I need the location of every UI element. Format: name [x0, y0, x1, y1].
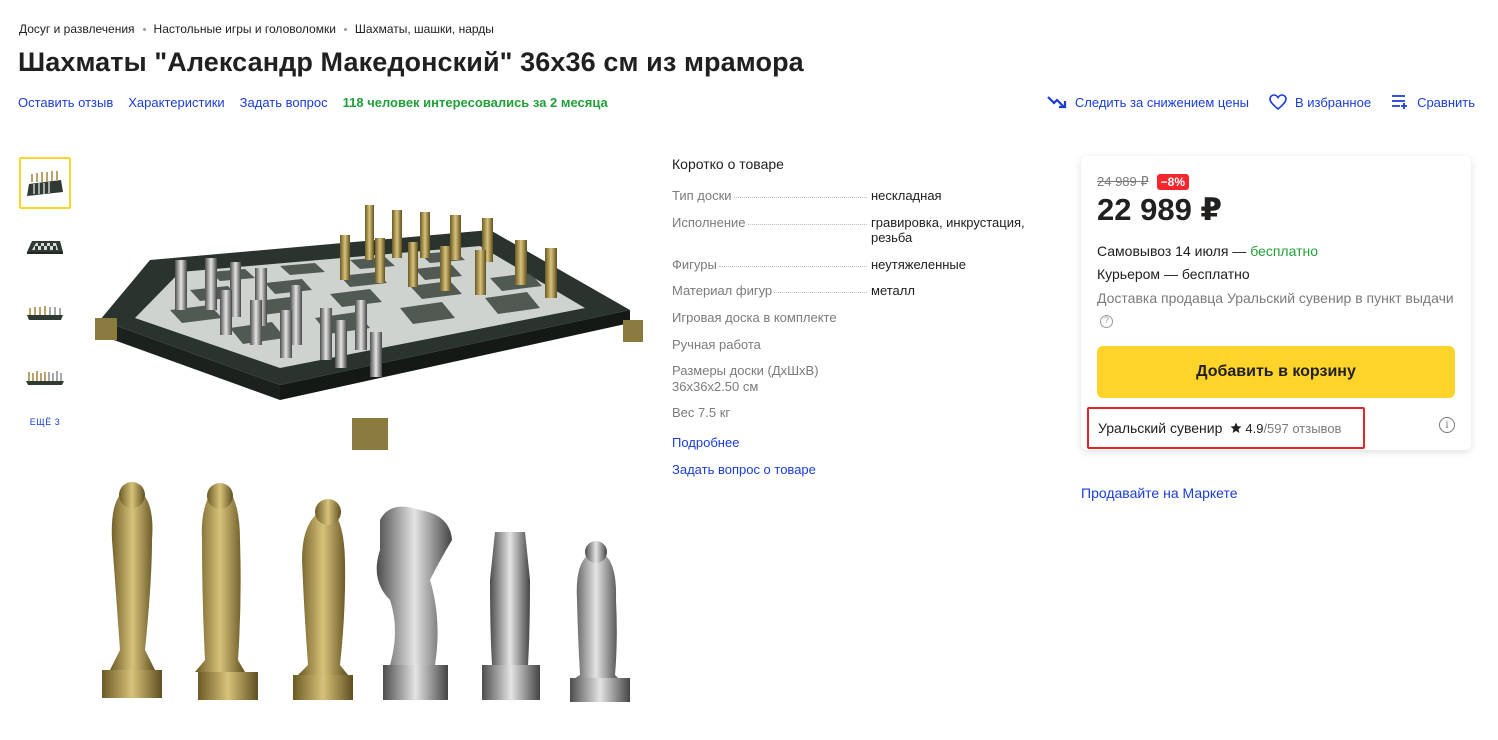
chess-set-image [95, 205, 643, 702]
spec-key: Тип доски [672, 188, 734, 204]
reviews-count: /597 отзывов [1263, 420, 1342, 436]
seller-name[interactable]: Уральский сувенир [1098, 420, 1222, 436]
spec-dimensions-label: Размеры доски (ДхШхВ) [672, 363, 819, 379]
spec-row: Исполнение гравировка, инкрустация, резь… [672, 214, 1042, 246]
seller-info[interactable]: Уральский сувенир 4.9/597 отзывов [1087, 407, 1365, 449]
compare-icon [1392, 95, 1408, 109]
thumbnail-2[interactable] [19, 222, 71, 274]
thumbnail-4[interactable] [19, 352, 71, 404]
info-icon[interactable]: i [1439, 417, 1455, 433]
courier-info: Курьером — бесплатно [1097, 266, 1250, 283]
help-icon[interactable]: ? [1100, 314, 1113, 328]
interest-counter: 118 человек интересовались за 2 месяца [342, 95, 608, 110]
favorite-button[interactable]: В избранное [1269, 94, 1371, 110]
favorite-label: В избранное [1294, 94, 1372, 110]
track-price-button[interactable]: Следить за снижением цены [1047, 95, 1249, 110]
thumbnail-3[interactable] [19, 287, 71, 339]
spec-row: Фигуры неутяжеленные [672, 256, 1042, 273]
pickup-label: Самовывоз 14 июля — [1097, 243, 1251, 259]
seller-rating: 4.9/597 отзывов [1230, 421, 1341, 436]
heart-icon [1269, 94, 1287, 110]
more-photos-link[interactable]: ЕЩЁ 3 [19, 417, 71, 427]
chessboard-thumbnail-icon [27, 241, 63, 254]
compare-button[interactable]: Сравнить [1391, 94, 1475, 110]
product-actions: Оставить отзыв Характеристики Задать воп… [18, 95, 608, 110]
spec-row: Материал фигур металл [672, 283, 1042, 299]
spec-dimensions-value: 36х36х2.50 см [672, 378, 759, 394]
track-price-label: Следить за снижением цены [1074, 94, 1249, 110]
spec-value: нескладная [871, 188, 942, 203]
star-icon [1230, 422, 1242, 433]
spec-handmade: Ручная работа [672, 336, 761, 352]
breadcrumb-separator [142, 27, 146, 31]
breadcrumb-separator [343, 27, 347, 31]
pieces-side-thumbnail-icon [26, 371, 64, 385]
spec-value: металл [871, 283, 915, 299]
price-down-icon [1047, 96, 1067, 109]
spec-key: Фигуры [672, 256, 719, 273]
ask-product-question-link[interactable]: Задать вопрос о товаре [672, 462, 1042, 477]
spec-board-included: Игровая доска в комплекте [672, 309, 837, 325]
specs-panel: Коротко о товаре Тип доски нескладная Ис… [672, 156, 1042, 489]
pieces-on-board-thumbnail-icon [27, 306, 63, 320]
leave-review-link[interactable]: Оставить отзыв [18, 95, 113, 110]
pickup-free: бесплатно [1250, 243, 1318, 259]
spec-value: гравировка, инкрустация, резьба [871, 214, 1025, 246]
chess-set-thumbnail-icon [27, 171, 63, 196]
specs-link[interactable]: Характеристики [128, 95, 224, 110]
spec-row: Тип доски нескладная [672, 188, 1042, 204]
seller-delivery-text: Доставка продавца Уральский сувенир в пу… [1097, 290, 1454, 307]
pickup-info: Самовывоз 14 июля — бесплатно [1097, 240, 1455, 263]
product-image[interactable] [90, 160, 650, 720]
breadcrumb-item-leisure[interactable]: Досуг и развлечения [19, 22, 135, 36]
spec-dimensions: Размеры доски (ДхШхВ) 36х36х2.50 см [672, 363, 1042, 394]
ask-question-link[interactable]: Задать вопрос [240, 95, 328, 110]
specs-heading: Коротко о товаре [672, 156, 784, 172]
rating-value: 4.9 [1245, 420, 1264, 436]
spec-key: Исполнение [672, 214, 748, 231]
delivery-info: Самовывоз 14 июля — бесплатно Курьером —… [1097, 240, 1455, 332]
more-details-link[interactable]: Подробнее [672, 435, 1042, 450]
discount-badge: −8% [1156, 174, 1190, 190]
spec-key: Материал фигур [672, 283, 775, 299]
compare-label: Сравнить [1417, 94, 1475, 110]
current-price: 22 989 ₽ [1097, 192, 1222, 227]
old-price-row: 24 989 ₽ −8% [1097, 174, 1455, 190]
page-title: Шахматы "Александр Македонский" 36x36 см… [18, 47, 804, 77]
spec-weight: Вес 7.5 кг [672, 405, 731, 421]
old-price: 24 989 ₽ [1097, 174, 1149, 189]
thumbnail-list: ЕЩЁ 3 [19, 157, 71, 427]
buy-box: 24 989 ₽ −8% 22 989 ₽ Самовывоз 14 июля … [1081, 156, 1471, 450]
right-actions: Следить за снижением цены В избранное Ср… [1047, 94, 1475, 110]
spec-value: неутяжеленные [871, 256, 966, 272]
breadcrumb-item-chess[interactable]: Шахматы, шашки, нарды [355, 22, 494, 36]
breadcrumb-item-board-games[interactable]: Настольные игры и головоломки [154, 22, 336, 36]
thumbnail-1[interactable] [19, 157, 71, 209]
breadcrumb: Досуг и развлечения Настольные игры и го… [19, 22, 494, 36]
sell-on-market-link[interactable]: Продавайте на Маркете [1081, 485, 1238, 501]
seller-delivery-info: Доставка продавца Уральский сувенир в пу… [1097, 288, 1455, 331]
add-to-cart-button[interactable]: Добавить в корзину [1097, 345, 1455, 398]
